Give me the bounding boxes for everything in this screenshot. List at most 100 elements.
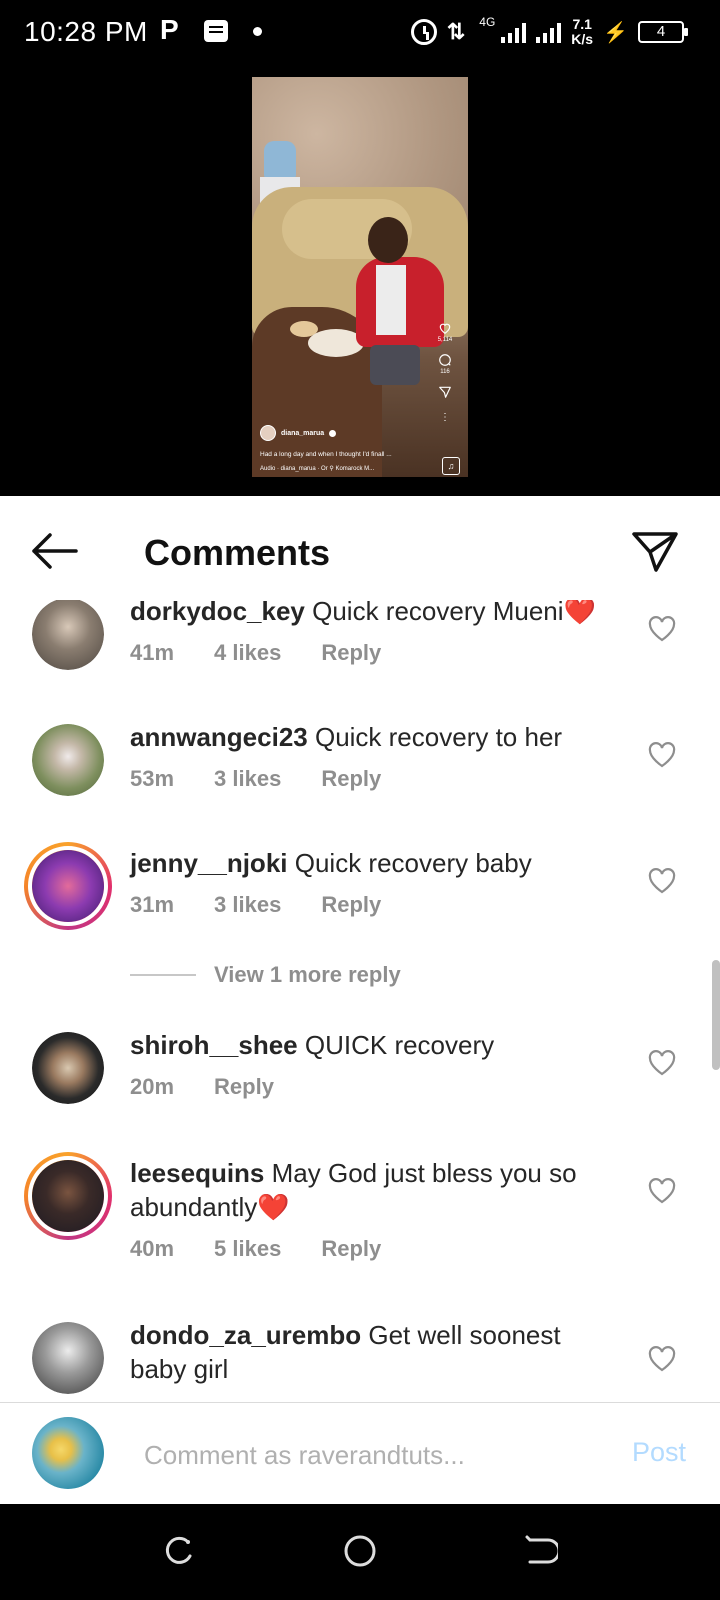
comment-time: 53m bbox=[130, 766, 175, 791]
video-user-avatar bbox=[260, 425, 276, 441]
video-more-icon[interactable]: ⋮ bbox=[438, 411, 452, 425]
post-button[interactable]: Post bbox=[632, 1437, 686, 1468]
like-heart-icon[interactable] bbox=[648, 742, 676, 768]
comment-username[interactable]: dorkydoc_key bbox=[130, 600, 305, 626]
heart-emoji-icon: ❤️ bbox=[563, 600, 596, 626]
avatar bbox=[28, 1156, 108, 1236]
avatar[interactable] bbox=[32, 724, 104, 796]
video-user[interactable]: diana_marua bbox=[260, 425, 337, 441]
like-heart-icon[interactable] bbox=[648, 616, 676, 642]
like-heart-icon[interactable] bbox=[648, 868, 676, 894]
charging-icon: ⚡ bbox=[603, 21, 628, 44]
video-location: Komarock M... bbox=[335, 466, 375, 472]
share-icon[interactable] bbox=[630, 528, 680, 574]
back-icon[interactable] bbox=[524, 1534, 558, 1568]
music-icon[interactable]: ♫ bbox=[442, 457, 460, 475]
home-icon[interactable] bbox=[343, 1534, 377, 1568]
comment-likes[interactable]: 3 likes bbox=[214, 892, 281, 918]
like-heart-icon[interactable] bbox=[648, 1050, 676, 1076]
alarm-icon bbox=[410, 19, 437, 45]
reply-button[interactable]: Reply bbox=[321, 892, 381, 918]
heart-emoji-icon: ❤️ bbox=[257, 1192, 290, 1222]
view-more-replies[interactable]: View 1 more reply bbox=[130, 962, 401, 988]
video-comment-icon[interactable] bbox=[438, 353, 452, 367]
signal-icon bbox=[501, 21, 527, 43]
video-share-icon[interactable] bbox=[438, 385, 452, 399]
my-avatar bbox=[32, 1417, 104, 1489]
avatar-image bbox=[32, 1160, 104, 1232]
comment-username[interactable]: shiroh__shee bbox=[130, 1030, 298, 1060]
comment-likes[interactable]: 3 likes bbox=[214, 766, 281, 792]
comment-time: 31m bbox=[130, 892, 175, 917]
comments-list: dorkydoc_key Quick recovery Mueni❤️ 41m … bbox=[0, 600, 720, 1400]
comment-likes[interactable]: 5 likes bbox=[214, 1236, 281, 1262]
video-audio: Audio · diana_marua · Or bbox=[260, 466, 328, 472]
avatar[interactable] bbox=[32, 1322, 104, 1394]
system-nav-bar bbox=[0, 1504, 720, 1600]
back-arrow-icon[interactable] bbox=[28, 530, 80, 572]
like-heart-icon[interactable] bbox=[648, 1178, 676, 1204]
network-speed-unit: K/s bbox=[571, 31, 594, 47]
video-caption: Had a long day and when I thought I'd fi… bbox=[260, 451, 392, 458]
video-comment-count: 116 bbox=[440, 369, 450, 375]
video-username: diana_marua bbox=[281, 429, 325, 437]
status-bar: 10:28 PM P ⇅ 4G 7.1 K/s ⚡ 4 bbox=[0, 0, 720, 66]
data-transfer-icon: ⇅ bbox=[446, 19, 466, 44]
avatar-image bbox=[32, 850, 104, 922]
like-heart-icon[interactable] bbox=[648, 1346, 676, 1372]
comment-username[interactable]: annwangeci23 bbox=[130, 722, 308, 752]
comment-input[interactable] bbox=[144, 1433, 604, 1477]
comment-text: jenny__njoki Quick recovery baby bbox=[130, 846, 610, 880]
verified-icon bbox=[329, 429, 337, 437]
comment-text: annwangeci23 Quick recovery to her bbox=[130, 720, 610, 754]
status-time: 10:28 PM bbox=[24, 16, 148, 47]
video-like-icon[interactable] bbox=[438, 321, 452, 335]
avatar-story-ring[interactable] bbox=[24, 1152, 112, 1240]
comment-text: shiroh__shee QUICK recovery bbox=[130, 1028, 610, 1062]
reply-button[interactable]: Reply bbox=[321, 1236, 381, 1262]
comment-username[interactable]: dondo_za_urembo bbox=[130, 1320, 361, 1350]
comment-text: leesequins May God just bless you so abu… bbox=[130, 1156, 610, 1224]
avatar[interactable] bbox=[32, 600, 104, 670]
comment-likes[interactable]: 4 likes bbox=[214, 640, 281, 666]
comment-username[interactable]: leesequins bbox=[130, 1158, 264, 1188]
recent-apps-icon[interactable] bbox=[162, 1534, 196, 1568]
network-speed-value: 7.1 bbox=[572, 16, 592, 32]
video-like-count: 5,114 bbox=[437, 337, 453, 343]
battery-icon: 4 bbox=[638, 21, 688, 43]
avatar-image bbox=[32, 1032, 104, 1104]
comment-meta: 20m Reply bbox=[130, 1074, 274, 1100]
avatar-story-ring[interactable] bbox=[24, 842, 112, 930]
comment-username[interactable]: jenny__njoki bbox=[130, 848, 288, 878]
comment-body: Quick recovery Mueni bbox=[312, 600, 564, 626]
notes-icon bbox=[204, 20, 228, 42]
comment-time: 20m bbox=[130, 1074, 175, 1099]
page-title: Comments bbox=[144, 532, 331, 573]
parking-app-icon: P bbox=[160, 14, 179, 45]
network-type: 4G bbox=[479, 15, 496, 29]
reply-button[interactable]: Reply bbox=[214, 1074, 274, 1100]
comments-panel: Comments dorkydoc_key Quick recovery Mue… bbox=[0, 496, 720, 1504]
signal-icon-2 bbox=[536, 21, 562, 43]
avatar-image bbox=[32, 600, 104, 670]
status-icons: ⇅ 4G 7.1 K/s ⚡ 4 bbox=[410, 12, 688, 52]
scrollbar[interactable] bbox=[712, 960, 720, 1070]
comment-body: Quick recovery to her bbox=[314, 722, 563, 752]
video-audio-line: Audio · diana_marua · Or ⚲ Komarock M... bbox=[260, 465, 430, 472]
comment-time: 40m bbox=[130, 1236, 175, 1261]
avatar[interactable] bbox=[32, 1032, 104, 1104]
comment-meta: 31m 3 likes Reply bbox=[130, 892, 381, 918]
comment-body: QUICK recovery bbox=[304, 1030, 495, 1060]
comment-time: 41m bbox=[130, 640, 175, 665]
comment-input-bar: Post bbox=[0, 1402, 720, 1502]
video-preview[interactable]: 5,114 116 ⋮ diana_marua Had a long day a… bbox=[252, 77, 468, 477]
avatar-image bbox=[32, 724, 104, 796]
view-more-label: View 1 more reply bbox=[214, 962, 401, 987]
reply-button[interactable]: Reply bbox=[321, 640, 381, 666]
reply-button[interactable]: Reply bbox=[321, 766, 381, 792]
comment-meta: 41m 4 likes Reply bbox=[130, 640, 381, 666]
comment-meta: 40m 5 likes Reply bbox=[130, 1236, 381, 1262]
notification-dot-icon bbox=[253, 27, 262, 36]
comment-text: dondo_za_urembo Get well soonest baby gi… bbox=[130, 1318, 610, 1386]
video-actions: 5,114 116 ⋮ bbox=[430, 321, 460, 427]
